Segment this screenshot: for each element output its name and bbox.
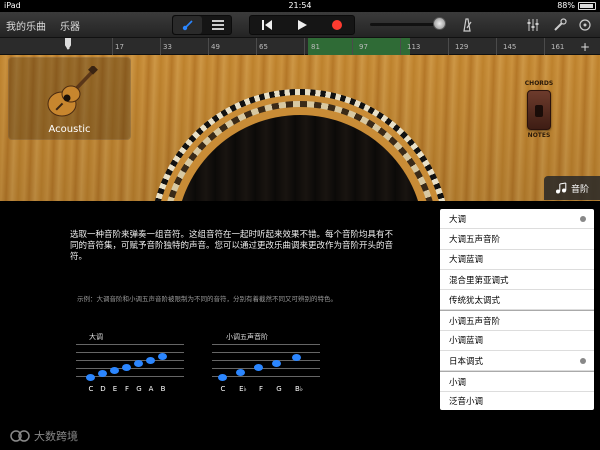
ruler-tick: 49 xyxy=(211,43,220,51)
transport-controls xyxy=(249,15,355,35)
toolbar: 我的乐曲 乐器 xyxy=(0,12,600,38)
scale-button[interactable]: 音阶 xyxy=(544,176,600,200)
staff-minor-pentatonic xyxy=(212,344,320,381)
metronome-icon[interactable] xyxy=(459,17,475,33)
watermark-text: 大数跨境 xyxy=(34,430,78,443)
staff-title-minor-pentatonic: 小调五声音阶 xyxy=(226,333,268,341)
note-label: B xyxy=(160,385,166,393)
note-label: E xyxy=(112,385,118,393)
scale-menu-item[interactable]: 大调蓝调 xyxy=(440,250,594,270)
scale-menu: 大调 大调五声音阶 大调蓝调 混合里第亚调式 传统犹太调式 小调五声音阶 小调蓝… xyxy=(440,209,594,410)
scale-menu-item[interactable]: 大调五声音阶 xyxy=(440,229,594,250)
note-label: G xyxy=(276,385,282,393)
note-dot xyxy=(110,367,119,374)
note-label: G xyxy=(136,385,142,393)
timeline-ruler[interactable]: 1 17 33 49 65 81 97 113 129 145 161 xyxy=(0,38,600,55)
mixer-icon[interactable] xyxy=(525,17,541,33)
note-dot xyxy=(122,364,131,371)
scale-menu-item[interactable]: 小调蓝调 xyxy=(440,331,594,352)
scale-menu-item[interactable]: 小调 xyxy=(440,371,594,392)
ruler-tick: 97 xyxy=(359,43,368,51)
note-dot xyxy=(86,374,95,381)
instrument-selector[interactable]: Acoustic xyxy=(8,57,131,140)
ruler-tick: 113 xyxy=(407,43,421,51)
note-label: A xyxy=(148,385,154,393)
ruler-tick: 33 xyxy=(163,43,172,51)
note-label: C xyxy=(88,385,94,393)
selected-indicator-icon xyxy=(580,216,586,222)
guitar-body[interactable]: Acoustic xyxy=(0,55,600,201)
note-label: B♭ xyxy=(294,385,304,393)
battery-indicator: 88% xyxy=(557,1,596,10)
music-note-icon xyxy=(555,182,567,194)
scale-description: 选取一种音阶来弹奏一组音符。这组音符在一起时听起来效果不错。每个音阶均具有不同的… xyxy=(70,230,394,262)
clock: 21:54 xyxy=(288,1,312,10)
guitar-view-icon[interactable] xyxy=(173,16,202,34)
ruler-tick: 145 xyxy=(503,43,517,51)
watermark: 大数跨境 xyxy=(8,428,78,444)
note-label: C xyxy=(220,385,226,393)
note-dot xyxy=(98,370,107,377)
note-dot xyxy=(254,364,263,371)
chords-notes-switch[interactable] xyxy=(527,90,551,130)
ruler-tick: 81 xyxy=(311,43,320,51)
sound-hole xyxy=(150,89,450,201)
note-label: F xyxy=(124,385,130,393)
ruler-tick: 17 xyxy=(115,43,124,51)
note-dot xyxy=(218,374,227,381)
ruler-tick: 65 xyxy=(259,43,268,51)
scale-menu-item[interactable]: 泛音小调 xyxy=(440,392,594,410)
tracks-view-icon[interactable] xyxy=(203,16,232,34)
scale-example: 示例：大调音阶和小调五声音阶被限制为不同的音符，分别有着截然不同又可辨别的特色。 xyxy=(77,295,337,303)
status-bar: iPad 21:54 88% xyxy=(0,0,600,12)
scale-menu-item[interactable]: 混合里第亚调式 xyxy=(440,270,594,291)
watermark-logo-icon xyxy=(10,430,30,442)
scale-menu-item[interactable]: 大调 xyxy=(440,209,594,230)
instruments-button[interactable]: 乐器 xyxy=(60,18,80,33)
ruler-tick: 161 xyxy=(551,43,565,51)
volume-slider-knob[interactable] xyxy=(433,17,446,30)
note-dot xyxy=(134,360,143,367)
play-icon[interactable] xyxy=(285,16,319,34)
note-dot xyxy=(292,354,301,361)
instrument-name: Acoustic xyxy=(48,124,91,135)
note-label: E♭ xyxy=(239,385,247,393)
loops-icon[interactable] xyxy=(577,17,593,33)
notes-label: NOTES xyxy=(527,132,551,139)
scale-button-label: 音阶 xyxy=(570,184,589,195)
battery-percent: 88% xyxy=(557,1,575,10)
battery-icon xyxy=(578,1,596,10)
view-switcher xyxy=(172,15,232,35)
selected-indicator-icon xyxy=(580,358,586,365)
note-dot xyxy=(272,360,281,367)
volume-slider-track[interactable] xyxy=(370,23,440,26)
note-dot xyxy=(146,357,155,364)
settings-wrench-icon[interactable] xyxy=(552,17,568,33)
scale-menu-item[interactable]: 小调五声音阶 xyxy=(440,310,594,331)
record-icon[interactable] xyxy=(320,16,354,34)
rewind-icon[interactable] xyxy=(250,16,284,34)
note-dot xyxy=(236,369,245,376)
my-songs-button[interactable]: 我的乐曲 xyxy=(6,18,46,33)
scale-menu-item[interactable]: 日本调式 xyxy=(440,351,594,372)
acoustic-guitar-icon xyxy=(47,66,98,117)
ruler-tick: 129 xyxy=(455,43,469,51)
scale-menu-item[interactable]: 传统犹太调式 xyxy=(440,290,594,311)
add-section-icon[interactable]: + xyxy=(580,40,590,54)
staff-major xyxy=(76,344,184,381)
note-label: F xyxy=(258,385,264,393)
staff-title-major: 大调 xyxy=(89,333,103,341)
note-dot xyxy=(158,353,167,360)
chords-label: CHORDS xyxy=(524,80,554,87)
note-label: D xyxy=(100,385,106,393)
